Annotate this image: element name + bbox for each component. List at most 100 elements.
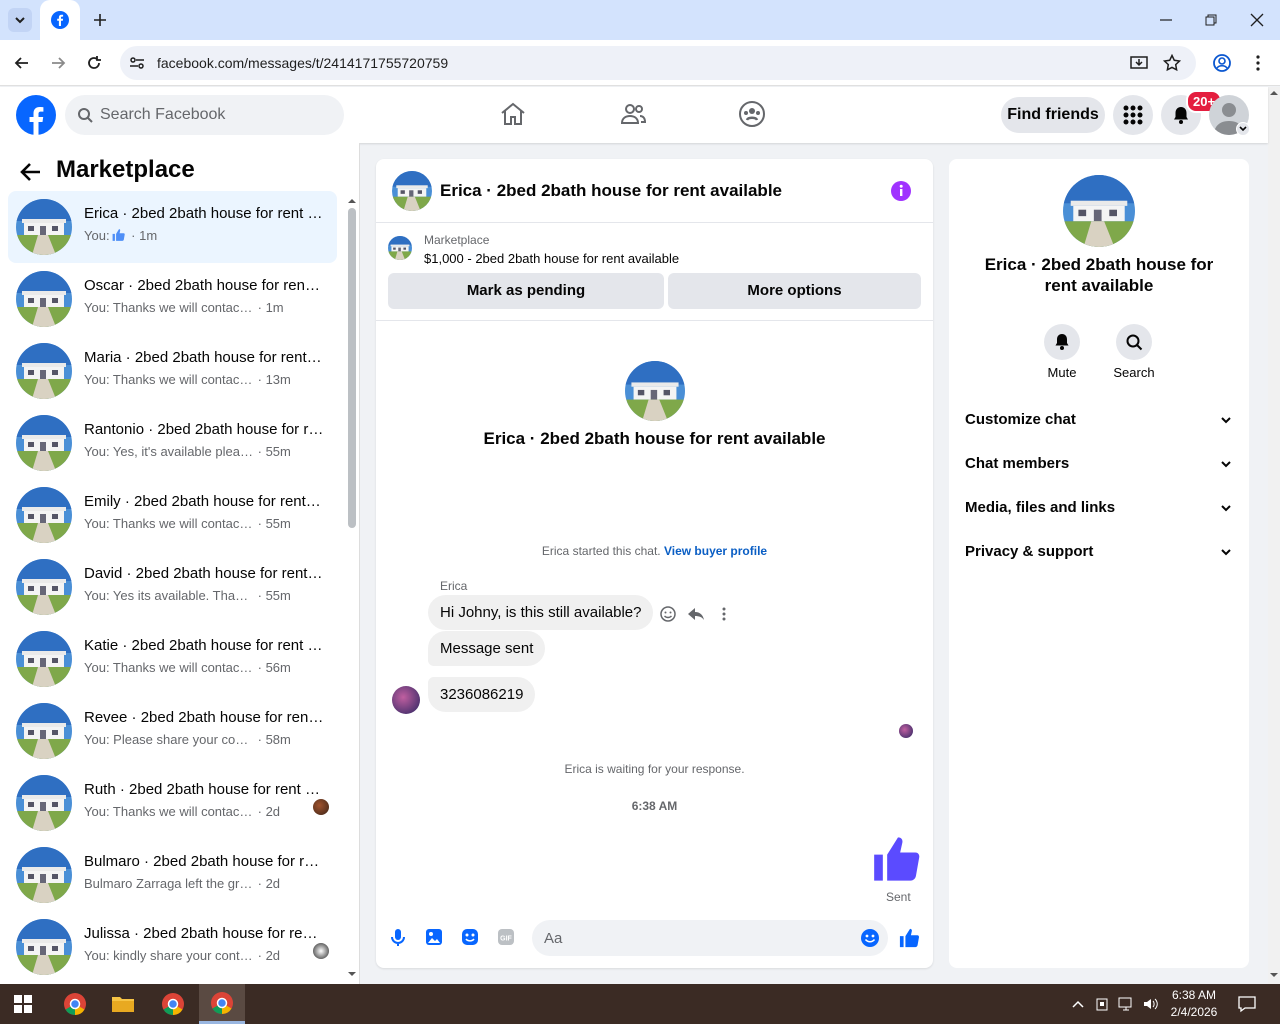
taskbar-chrome-1[interactable] — [52, 984, 98, 1024]
message-input[interactable]: Aa — [532, 920, 888, 956]
emoji-icon[interactable] — [860, 928, 880, 948]
restore-button[interactable] — [1201, 10, 1221, 30]
conversation-item[interactable]: Oscar · 2bed 2bath house for rent availa… — [8, 263, 337, 335]
facebook-logo[interactable] — [16, 95, 56, 135]
mute-button[interactable] — [1044, 324, 1080, 360]
house-image — [16, 271, 72, 327]
react-button[interactable] — [659, 605, 677, 623]
info-section-media-files-and-links[interactable]: Media, files and links — [965, 499, 1233, 516]
close-icon — [1250, 13, 1264, 27]
scroll-up-icon[interactable] — [348, 197, 356, 205]
conversation-item[interactable]: Bulmaro · 2bed 2bath house for rent avai… — [8, 839, 337, 911]
menu-button[interactable] — [1113, 95, 1153, 135]
voice-clip-button[interactable] — [388, 927, 408, 947]
reload-button[interactable] — [84, 53, 104, 73]
timestamp: 6:38 AM — [631, 799, 678, 813]
info-section-privacy-support[interactable]: Privacy & support — [965, 543, 1233, 560]
conversation-item[interactable]: Ruth · 2bed 2bath house for rent availab… — [8, 767, 337, 839]
scroll-down-icon[interactable] — [348, 970, 356, 978]
sent-like[interactable] — [872, 833, 924, 885]
taskbar-chrome-3[interactable] — [199, 984, 245, 1024]
info-section-customize-chat[interactable]: Customize chat — [965, 411, 1233, 428]
address-bar[interactable]: facebook.com/messages/t/2414171755720759 — [120, 46, 1196, 80]
start-button[interactable] — [0, 984, 46, 1024]
chevron-down-icon — [1221, 417, 1231, 424]
network-icon[interactable] — [1118, 996, 1136, 1012]
page-scrollbar[interactable] — [1268, 87, 1280, 984]
scroll-down-icon[interactable] — [1270, 971, 1278, 979]
system-clock[interactable]: 6:38 AM 2/4/2026 — [1166, 987, 1222, 1021]
account-menu-chevron[interactable] — [1236, 122, 1250, 136]
more-options-button[interactable]: More options — [668, 273, 921, 309]
thread-avatar[interactable] — [625, 361, 685, 421]
find-friends-button[interactable]: Find friends — [1001, 97, 1105, 133]
facebook-search-input[interactable]: Search Facebook — [65, 95, 344, 135]
chat-title[interactable]: Erica · 2bed 2bath house for rent availa… — [440, 181, 782, 201]
taskbar-chrome-2[interactable] — [150, 984, 196, 1024]
conversation-item[interactable]: Katie · 2bed 2bath house for rent availa… — [8, 623, 337, 695]
nav-home[interactable] — [499, 100, 527, 128]
sender-avatar[interactable] — [392, 686, 420, 714]
nav-groups[interactable] — [738, 100, 766, 128]
info-avatar[interactable] — [1063, 175, 1135, 247]
conversation-name: Oscar · 2bed 2bath house for rent availa… — [84, 277, 324, 294]
conversation-item[interactable]: Rantonio · 2bed 2bath house for rent ava… — [8, 407, 337, 479]
conversation-info-button[interactable] — [890, 180, 912, 202]
conversation-item[interactable]: Revee · 2bed 2bath house for rent availa… — [8, 695, 337, 767]
send-like-button[interactable] — [899, 927, 921, 949]
listing-thumbnail[interactable] — [388, 236, 412, 260]
sticker-button[interactable] — [460, 927, 480, 947]
restore-icon — [1205, 14, 1217, 26]
forward-button[interactable] — [48, 53, 68, 73]
info-icon — [891, 181, 911, 201]
more-actions-button[interactable] — [715, 605, 733, 623]
conversation-item[interactable]: Julissa · 2bed 2bath house for rent avai… — [8, 911, 337, 983]
browser-menu-button[interactable] — [1248, 53, 1268, 73]
snippet-time: 2d — [265, 948, 281, 963]
snippet-text: Bulmaro Zarraga left the group. — [84, 876, 254, 891]
chevron-up-icon[interactable] — [1071, 997, 1085, 1011]
conversation-item[interactable]: Erica · 2bed 2bath house for rent availa… — [8, 191, 337, 263]
site-settings-icon[interactable] — [128, 54, 146, 72]
profile-button[interactable] — [1212, 53, 1232, 73]
thumbs-up-icon — [112, 229, 125, 241]
reply-button[interactable] — [687, 605, 705, 623]
meet-icon[interactable] — [1095, 996, 1111, 1012]
message-bubble[interactable]: Message sent — [428, 631, 546, 666]
back-button[interactable] — [20, 161, 42, 183]
message-bubble[interactable]: Hi Johny, is this still available? — [428, 595, 654, 630]
gif-button[interactable]: GIF — [496, 927, 516, 947]
volume-icon[interactable] — [1142, 996, 1160, 1012]
info-section-chat-members[interactable]: Chat members — [965, 455, 1233, 472]
snippet-text: You: Yes its available. Thanks for r... — [84, 588, 254, 603]
nav-friends[interactable] — [619, 100, 647, 128]
attach-photo-button[interactable] — [424, 927, 444, 947]
notification-center-icon[interactable] — [1238, 995, 1256, 1013]
bookmark-star-icon[interactable] — [1163, 54, 1181, 72]
conversation-item[interactable]: David · 2bed 2bath house for rent availa… — [8, 551, 337, 623]
house-image — [16, 415, 72, 471]
browser-tab-facebook[interactable] — [40, 0, 80, 40]
install-app-icon[interactable] — [1130, 54, 1148, 72]
browser-tab-bar — [0, 0, 1280, 40]
chat-avatar[interactable] — [392, 171, 432, 211]
new-tab-button[interactable] — [90, 10, 110, 30]
scroll-up-icon[interactable] — [1270, 89, 1278, 97]
mark-pending-button[interactable]: Mark as pending — [388, 273, 664, 309]
close-window-button[interactable] — [1247, 10, 1267, 30]
back-button[interactable] — [12, 53, 32, 73]
view-buyer-profile-link[interactable]: View buyer profile — [664, 544, 767, 558]
taskbar-file-explorer[interactable] — [100, 984, 146, 1024]
conversation-item[interactable]: Emily · 2bed 2bath house for rent availa… — [8, 479, 337, 551]
listing-title[interactable]: $1,000 - 2bed 2bath house for rent avail… — [424, 251, 679, 266]
url-text[interactable]: facebook.com/messages/t/2414171755720759 — [157, 55, 448, 71]
house-image — [16, 703, 72, 759]
tab-search-button[interactable] — [8, 8, 32, 32]
minimize-button[interactable] — [1156, 10, 1176, 30]
sidebar-scrollbar[interactable] — [348, 208, 356, 528]
section-label: Privacy & support — [965, 543, 1094, 560]
house-image — [16, 631, 72, 687]
conversation-item[interactable]: Maria · 2bed 2bath house for rent availa… — [8, 335, 337, 407]
message-bubble[interactable]: 3236086219 — [428, 677, 536, 712]
search-in-conversation-button[interactable] — [1116, 324, 1152, 360]
